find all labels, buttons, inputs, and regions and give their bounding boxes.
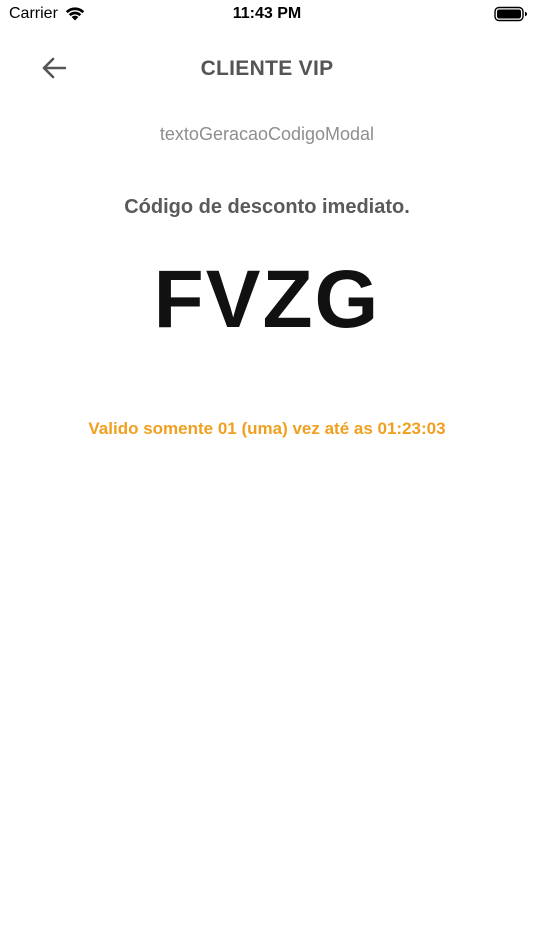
validity-notice: Valido somente 01 (uma) vez até as 01:23… bbox=[88, 419, 446, 438]
discount-code: FVZG bbox=[153, 254, 381, 345]
battery-full-icon bbox=[494, 6, 527, 22]
navigation-bar: CLIENTE VIP bbox=[0, 40, 534, 100]
discount-heading: Código de desconto imediato. bbox=[124, 196, 410, 218]
status-bar: Carrier 11:43 PM bbox=[0, 0, 534, 30]
status-time: 11:43 PM bbox=[232, 5, 302, 22]
modal-text-key: textoGeracaoCodigoModal bbox=[159, 124, 375, 144]
page-title: CLIENTE VIP bbox=[200, 57, 334, 80]
